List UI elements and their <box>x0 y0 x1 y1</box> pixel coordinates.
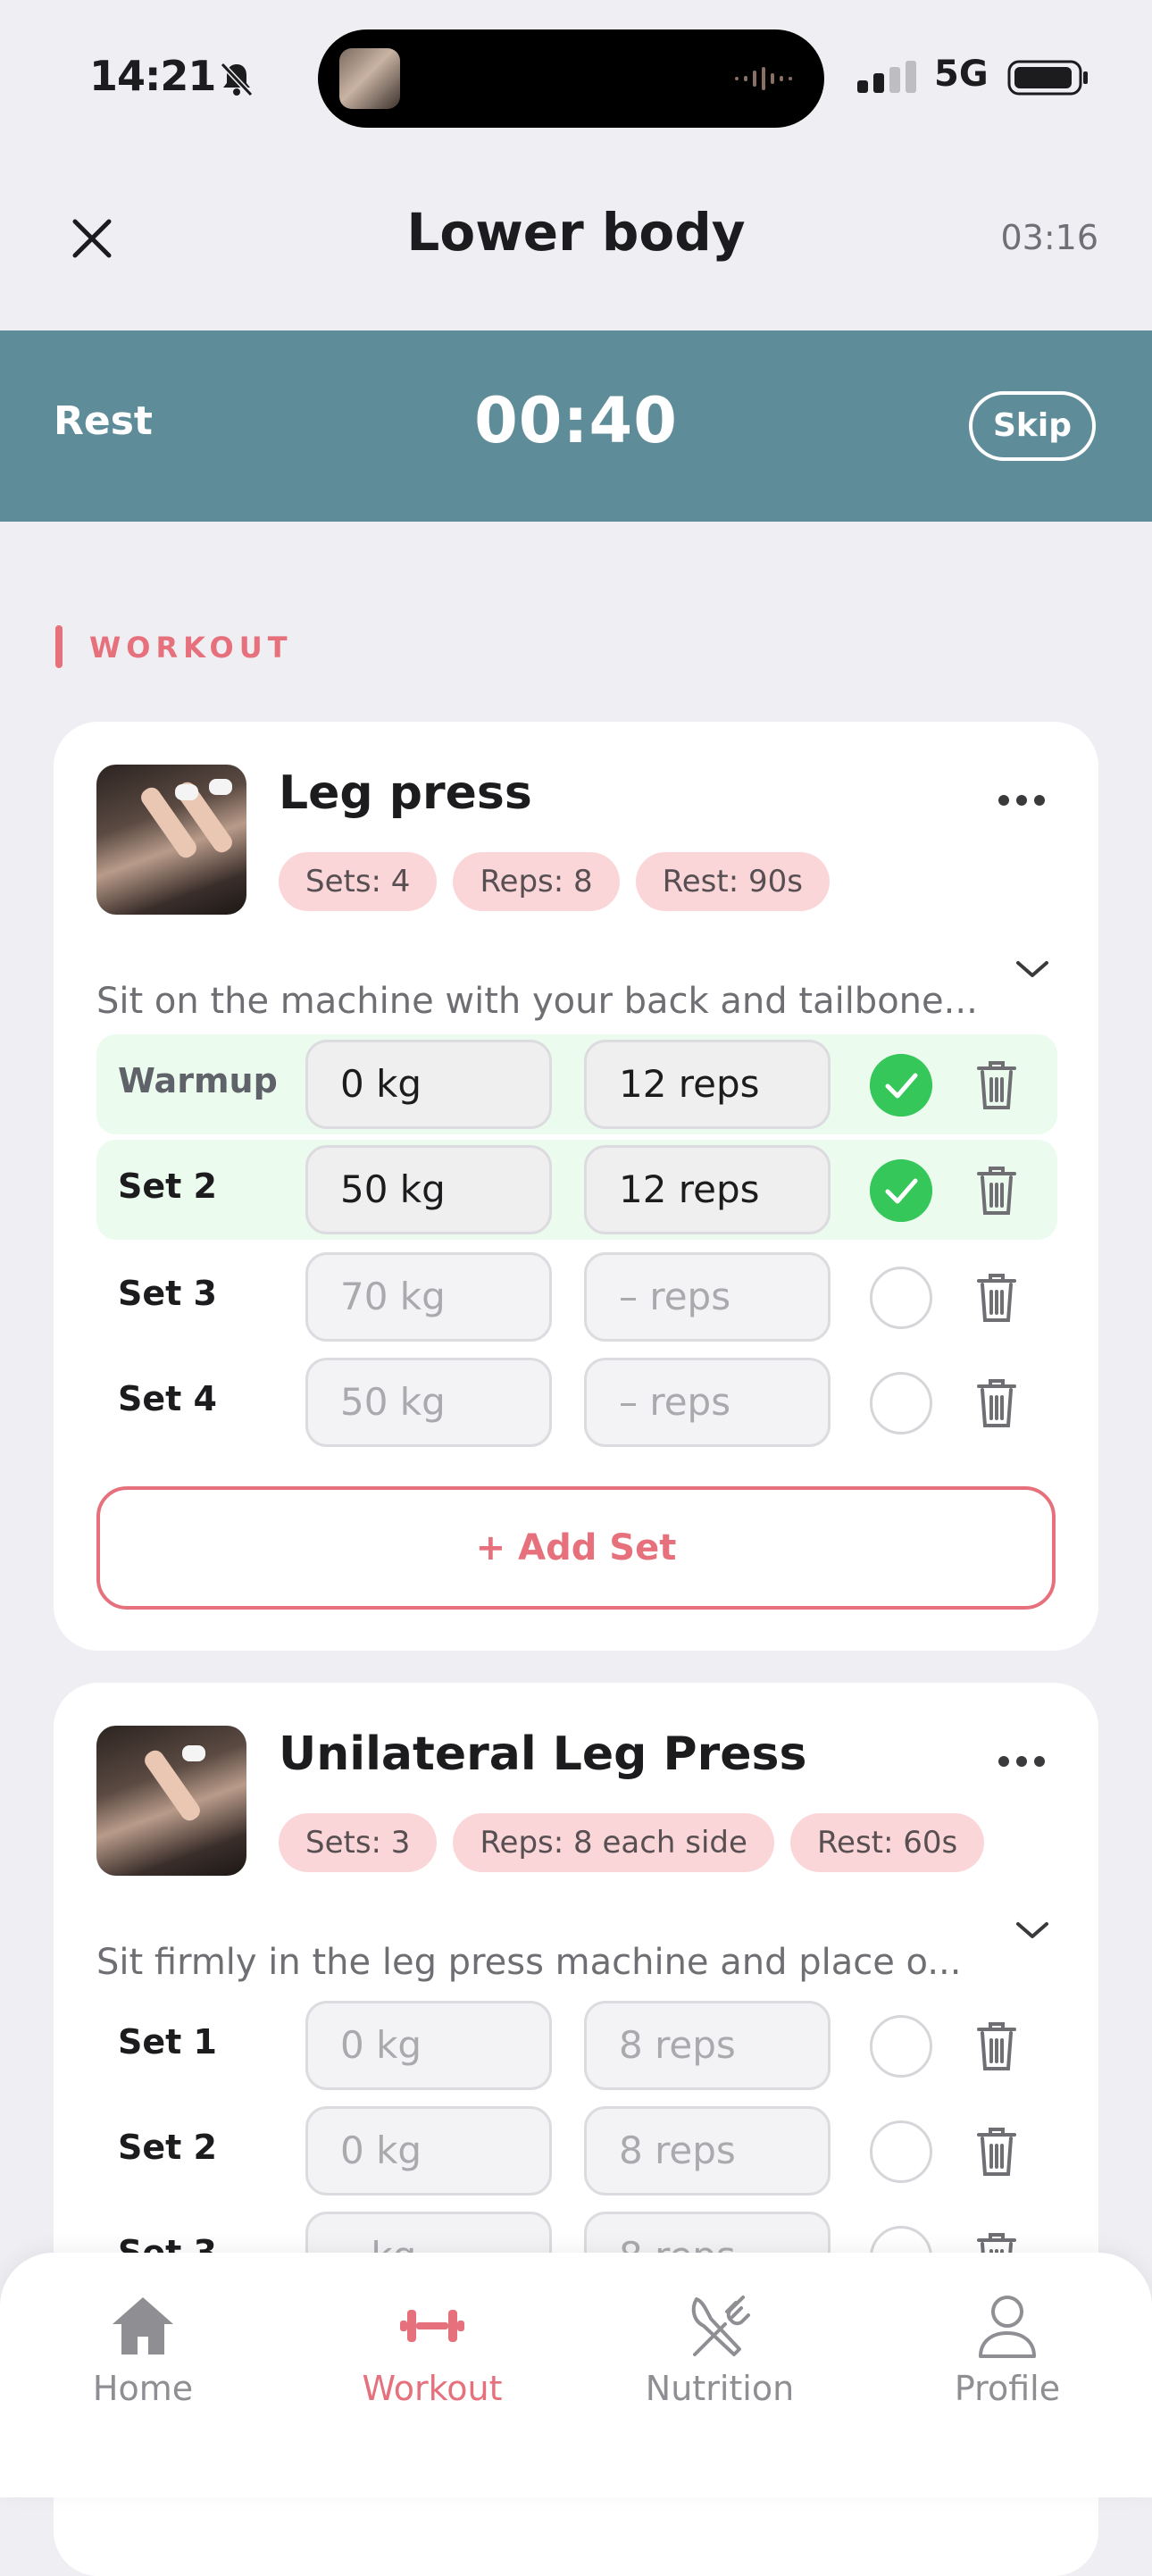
reps-input[interactable]: 8 reps <box>584 2001 831 2090</box>
section-label: WORKOUT <box>89 631 293 665</box>
weight-input[interactable]: 50 kg <box>305 1358 552 1447</box>
exercise-name[interactable]: Unilateral Leg Press <box>279 1727 806 1781</box>
trash-icon[interactable] <box>976 1165 1017 1217</box>
set-label: Set 1 <box>118 2022 217 2062</box>
set-row: Set 2 0 kg 8 reps <box>96 2101 1057 2201</box>
tab-label: Profile <box>954 2369 1061 2408</box>
person-icon <box>979 2296 1036 2358</box>
bell-slash-icon <box>220 62 254 97</box>
house-icon <box>113 2297 173 2354</box>
exercise-chips: Sets: 4 Reps: 8 Rest: 90s <box>279 852 830 911</box>
dynamic-island[interactable] <box>318 29 824 128</box>
set-complete-checkbox[interactable] <box>870 1054 932 1117</box>
tab-nutrition[interactable]: Nutrition <box>630 2292 809 2426</box>
waveform-icon <box>735 67 792 90</box>
trash-icon[interactable] <box>976 2020 1017 2072</box>
battery-icon <box>1007 60 1088 96</box>
set-label: Set 4 <box>118 1379 217 1418</box>
rest-chip: Rest: 90s <box>635 852 830 911</box>
reps-input[interactable]: 12 reps <box>584 1145 831 1234</box>
set-complete-checkbox[interactable] <box>870 1159 932 1222</box>
reps-input[interactable]: – reps <box>584 1252 831 1342</box>
now-playing-artwork <box>339 48 400 109</box>
status-time: 14:21 <box>89 52 216 100</box>
rest-timer-bar: Rest 00:40 Skip <box>0 330 1152 522</box>
exercise-description[interactable]: Sit firmly in the leg press machine and … <box>96 1942 1025 1983</box>
set-row: Warmup 0 kg 12 reps <box>96 1034 1057 1134</box>
tab-label: Workout <box>362 2369 503 2408</box>
set-label: Set 3 <box>118 1274 217 1313</box>
exercise-card: Leg press Sets: 4 Reps: 8 Rest: 90s Sit … <box>54 722 1098 1651</box>
dumbbell-icon <box>400 2310 464 2342</box>
reps-chip: Reps: 8 each side <box>453 1813 774 1872</box>
weight-input[interactable]: 0 kg <box>305 1040 552 1129</box>
network-type: 5G <box>934 54 989 95</box>
set-label: Set 2 <box>118 2128 217 2167</box>
add-set-button[interactable]: + Add Set <box>96 1486 1056 1610</box>
signal-icon <box>857 61 916 93</box>
sets-chip: Sets: 4 <box>279 852 438 911</box>
exercise-thumbnail[interactable] <box>96 765 246 915</box>
exercise-thumbnail[interactable] <box>96 1726 246 1876</box>
reps-input[interactable]: 8 reps <box>584 2106 831 2195</box>
weight-input[interactable]: 50 kg <box>305 1145 552 1234</box>
set-row: Set 3 70 kg – reps <box>96 1247 1057 1347</box>
set-label: Warmup <box>118 1061 278 1100</box>
rest-chip: Rest: 60s <box>789 1813 985 1872</box>
more-options-icon[interactable] <box>997 1754 1047 1769</box>
exercise-description[interactable]: Sit on the machine with your back and ta… <box>96 981 1025 1022</box>
page-title: Lower body <box>406 202 746 263</box>
set-complete-checkbox[interactable] <box>870 2120 932 2183</box>
set-row: Set 4 50 kg – reps <box>96 1352 1057 1452</box>
reps-input[interactable]: – reps <box>584 1358 831 1447</box>
tab-bar: Home Workout Nutrition Profile <box>0 2253 1152 2497</box>
fork-knife-icon <box>691 2296 750 2356</box>
exercise-name[interactable]: Leg press <box>279 766 532 820</box>
reps-chip: Reps: 8 <box>453 852 620 911</box>
chevron-down-icon[interactable] <box>1013 956 1052 983</box>
set-row: Set 2 50 kg 12 reps <box>96 1140 1057 1240</box>
more-options-icon[interactable] <box>997 793 1047 807</box>
elapsed-time: 03:16 <box>1000 218 1098 257</box>
tab-label: Nutrition <box>645 2369 795 2408</box>
tab-workout[interactable]: Workout <box>343 2292 522 2426</box>
trash-icon[interactable] <box>976 1272 1017 1324</box>
weight-input[interactable]: 70 kg <box>305 1252 552 1342</box>
tab-profile[interactable]: Profile <box>918 2292 1097 2426</box>
weight-input[interactable]: 0 kg <box>305 2001 552 2090</box>
skip-button[interactable]: Skip <box>969 391 1096 461</box>
weight-input[interactable]: 0 kg <box>305 2106 552 2195</box>
section-accent-bar <box>55 625 63 668</box>
chevron-down-icon[interactable] <box>1013 1917 1052 1944</box>
status-bar: 14:21 5G <box>0 0 1152 161</box>
set-complete-checkbox[interactable] <box>870 2015 932 2078</box>
tab-home[interactable]: Home <box>54 2292 232 2426</box>
exercise-chips: Sets: 3 Reps: 8 each side Rest: 60s <box>279 1813 985 1872</box>
trash-icon[interactable] <box>976 2126 1017 2178</box>
trash-icon[interactable] <box>976 1059 1017 1111</box>
set-label: Set 2 <box>118 1167 217 1206</box>
tab-label: Home <box>92 2369 194 2408</box>
set-complete-checkbox[interactable] <box>870 1372 932 1434</box>
trash-icon[interactable] <box>976 1377 1017 1429</box>
sets-chip: Sets: 3 <box>279 1813 438 1872</box>
reps-input[interactable]: 12 reps <box>584 1040 831 1129</box>
set-row: Set 1 0 kg 8 reps <box>96 1995 1057 2095</box>
set-complete-checkbox[interactable] <box>870 1267 932 1329</box>
